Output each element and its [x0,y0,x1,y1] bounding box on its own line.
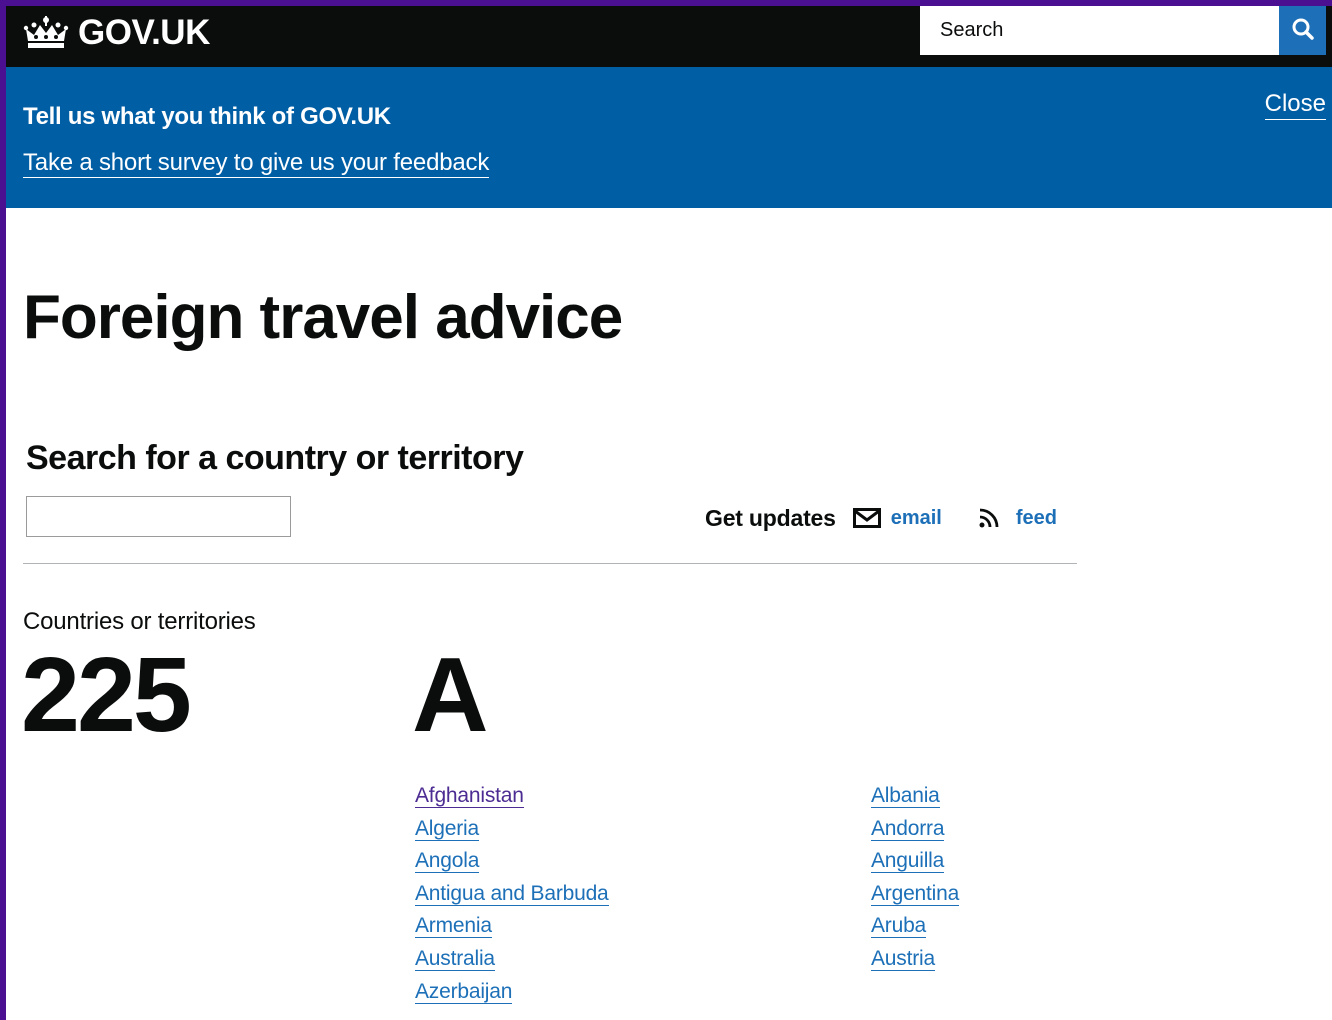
banner-title: Tell us what you think of GOV.UK [23,103,391,130]
country-link-afghanistan[interactable]: Afghanistan [415,784,524,808]
country-link-argentina[interactable]: Argentina [871,881,959,906]
country-link-austria[interactable]: Austria [871,946,935,971]
country-link-azerbaijan[interactable]: Azerbaijan [415,979,512,1004]
feed-label: feed [1015,506,1057,529]
feedback-banner: Tell us what you think of GOV.UK Take a … [6,67,1332,208]
list-item: Anguilla [871,847,959,880]
list-item: Azerbaijan [415,978,609,1011]
survey-link[interactable]: Take a short survey to give us your feed… [23,149,489,178]
country-count-label: Countries or territories [23,608,256,635]
list-item: Andorra [871,815,959,848]
country-link-anguilla[interactable]: Anguilla [871,849,944,874]
banner-close-link[interactable]: Close [1264,89,1326,120]
country-search-input[interactable] [26,496,291,537]
feed-updates-link[interactable]: feed [978,507,1057,530]
get-updates: Get updates email feed [705,500,1057,536]
site-search [920,6,1326,55]
page: GOV.UK Tell us what you think of GOV.UK … [6,6,1332,1020]
site-search-input[interactable] [920,6,1279,55]
country-link-antigua-and-barbuda[interactable]: Antigua and Barbuda [415,881,609,906]
page-title: Foreign travel advice [23,283,623,352]
govuk-logo-link[interactable]: GOV.UK [22,13,210,53]
list-item: Australia [415,945,609,978]
logo-text: GOV.UK [78,13,210,52]
envelope-icon [852,508,881,528]
list-item: Angola [415,847,609,880]
country-link-albania[interactable]: Albania [871,784,940,808]
list-item: Austria [871,945,959,978]
country-link-aruba[interactable]: Aruba [871,914,926,939]
list-item: Antigua and Barbuda [415,880,609,913]
country-search-heading: Search for a country or territory [26,439,524,477]
list-item: Armenia [415,912,609,945]
rss-icon [978,507,1000,529]
email-label: email [890,506,942,529]
crown-icon [22,15,70,51]
list-item: Algeria [415,815,609,848]
list-item: Albania [871,782,959,815]
site-search-button[interactable] [1279,6,1326,55]
list-item: Argentina [871,880,959,913]
country-list-column-1: Afghanistan Algeria Angola Antigua and B… [415,782,609,1010]
get-updates-label: Get updates [705,504,836,531]
search-icon [1291,17,1315,44]
country-link-algeria[interactable]: Algeria [415,816,479,841]
list-item: Afghanistan [415,782,609,815]
letter-heading: A [412,636,489,754]
country-link-australia[interactable]: Australia [415,946,495,971]
email-updates-link[interactable]: email [852,506,942,530]
country-link-andorra[interactable]: Andorra [871,816,945,841]
section-divider [23,563,1077,564]
country-list-column-2: Albania Andorra Anguilla Argentina Aruba… [871,782,959,978]
country-link-angola[interactable]: Angola [415,849,479,874]
list-item: Aruba [871,912,959,945]
country-link-armenia[interactable]: Armenia [415,914,492,939]
site-header: GOV.UK [6,6,1332,67]
country-count-value: 225 [21,636,192,754]
